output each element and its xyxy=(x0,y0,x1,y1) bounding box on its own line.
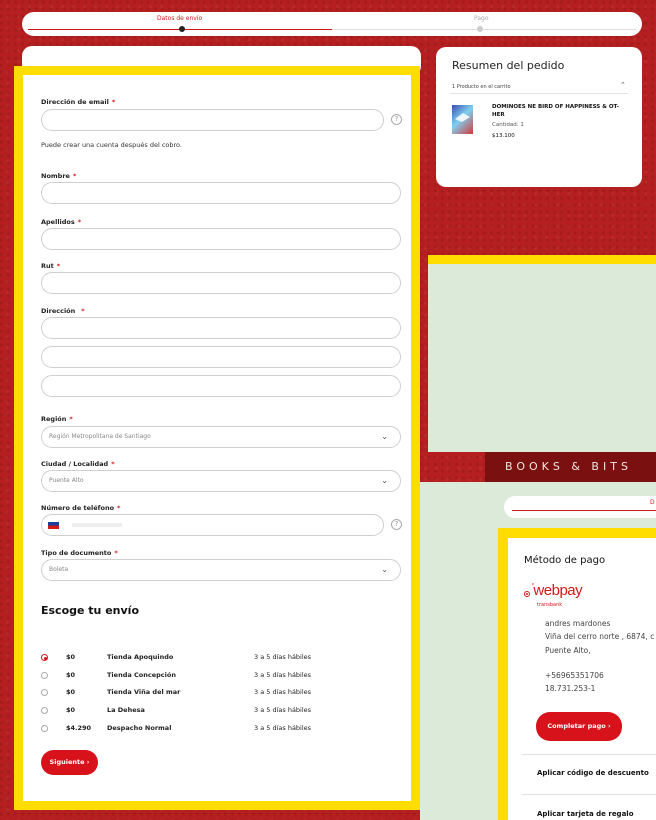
nombre-label: Nombre * xyxy=(41,172,77,180)
ciudad-value: Puente Alto xyxy=(49,477,84,484)
highlight-bar xyxy=(428,255,656,264)
customer-name: andres mardones xyxy=(545,619,611,628)
transbank-logo: transbank xyxy=(537,602,563,608)
brand-header: BOOKS & BITS xyxy=(485,452,656,482)
shipping-option[interactable]: $0 Tienda Viña del mar 3 a 5 días hábile… xyxy=(41,687,381,699)
next-button[interactable]: Siguiente › xyxy=(41,750,98,775)
product-thumbnail xyxy=(452,105,473,134)
customer-phone: +56965351706 xyxy=(545,671,604,680)
email-input[interactable] xyxy=(41,109,384,131)
rut-input[interactable] xyxy=(41,272,401,294)
discount-code-link[interactable]: Aplicar código de descuento xyxy=(537,769,649,777)
direccion-input-1[interactable] xyxy=(41,317,401,339)
telefono-input[interactable] xyxy=(41,514,384,536)
region-label: Región * xyxy=(41,415,73,423)
customer-address-2: Puente Alto, xyxy=(545,646,591,655)
cart-count[interactable]: 1 Producto en el carrito xyxy=(452,84,511,90)
telefono-help-icon[interactable]: ? xyxy=(391,519,402,530)
direccion-input-2[interactable] xyxy=(41,346,401,368)
shipping-option[interactable]: $0 Tienda Concepción 3 a 5 días hábiles xyxy=(41,670,381,682)
step-partial[interactable]: D xyxy=(650,499,655,506)
step-progress-line xyxy=(512,510,656,511)
chevron-down-icon: ⌄ xyxy=(381,476,388,485)
apellidos-label: Apellidos * xyxy=(41,218,82,226)
step-pago[interactable]: Pago xyxy=(474,15,489,22)
radio-selected[interactable] xyxy=(41,654,48,661)
documento-label: Tipo de documento * xyxy=(41,549,118,557)
order-summary-card: Resumen del pedido 1 Producto en el carr… xyxy=(436,47,642,187)
apellidos-input[interactable] xyxy=(41,228,401,250)
step-datos-envio[interactable]: Datos de envío xyxy=(157,15,202,22)
rut-label: Rut * xyxy=(41,262,61,270)
nombre-input[interactable] xyxy=(41,182,401,204)
radio[interactable] xyxy=(41,725,48,732)
radio[interactable] xyxy=(41,707,48,714)
chile-flag-icon[interactable] xyxy=(48,522,59,529)
direccion-input-3[interactable] xyxy=(41,375,401,397)
product-name-line2: HER xyxy=(492,112,505,118)
ciudad-label: Ciudad / Localidad * xyxy=(41,460,115,468)
radio[interactable] xyxy=(41,672,48,679)
complete-payment-button[interactable]: Completar pago › xyxy=(536,712,622,741)
region-value: Región Metropolitana de Santiago xyxy=(49,433,151,440)
shipping-option[interactable]: $4.290 Despacho Normal 3 a 5 días hábile… xyxy=(41,723,381,735)
summary-divider xyxy=(450,93,628,94)
checkout-steps-2: D xyxy=(504,496,656,518)
product-price: $13.100 xyxy=(492,133,515,139)
product-name-line1: DOMINOES NE BIRD OF HAPPINESS & OT- xyxy=(492,104,619,110)
payment-radio-selected[interactable] xyxy=(524,591,530,597)
step1-dot xyxy=(179,26,185,32)
shipping-option[interactable]: $0 La Dehesa 3 a 5 días hábiles xyxy=(41,705,381,717)
telefono-label: Número de teléfono * xyxy=(41,504,121,512)
webpay-logo: 'webpay xyxy=(532,582,583,599)
customer-address-1: Viña del cerro norte , 6874, c xyxy=(545,632,655,641)
customer-rut: 18.731.253-1 xyxy=(545,684,596,693)
payment-divider-2 xyxy=(522,794,656,795)
checkout-steps: Datos de envío Pago xyxy=(22,12,642,36)
email-label: Dirección de email * xyxy=(41,98,116,106)
direccion-label: Dirección * xyxy=(41,307,85,315)
right-background xyxy=(428,264,656,452)
documento-value: Boleta xyxy=(49,566,69,573)
step-remaining-line xyxy=(332,29,636,30)
gift-card-link[interactable]: Aplicar tarjeta de regalo xyxy=(537,810,634,818)
shipping-option[interactable]: $0 Tienda Apoquindo 3 a 5 días hábiles xyxy=(41,652,381,664)
payment-title: Método de pago xyxy=(524,555,606,566)
summary-title: Resumen del pedido xyxy=(452,59,565,72)
region-select[interactable]: Región Metropolitana de Santiago ⌄ xyxy=(41,426,401,448)
ciudad-select[interactable]: Puente Alto ⌄ xyxy=(41,470,401,492)
step2-dot xyxy=(477,26,483,32)
bird-icon xyxy=(455,113,470,122)
product-quantity: Cantidad: 1 xyxy=(492,122,524,128)
documento-select[interactable]: Boleta ⌄ xyxy=(41,559,401,581)
chevron-down-icon: ⌄ xyxy=(381,432,388,441)
phone-number-redacted xyxy=(72,523,122,527)
email-help-icon[interactable]: ? xyxy=(391,114,402,125)
chevron-down-icon: ⌄ xyxy=(381,565,388,574)
payment-divider xyxy=(522,754,656,755)
shipping-title: Escoge tu envío xyxy=(41,604,140,617)
radio[interactable] xyxy=(41,689,48,696)
chevron-up-icon[interactable]: ⌃ xyxy=(620,81,626,89)
email-hint: Puede crear una cuenta después del cobro… xyxy=(41,141,182,149)
